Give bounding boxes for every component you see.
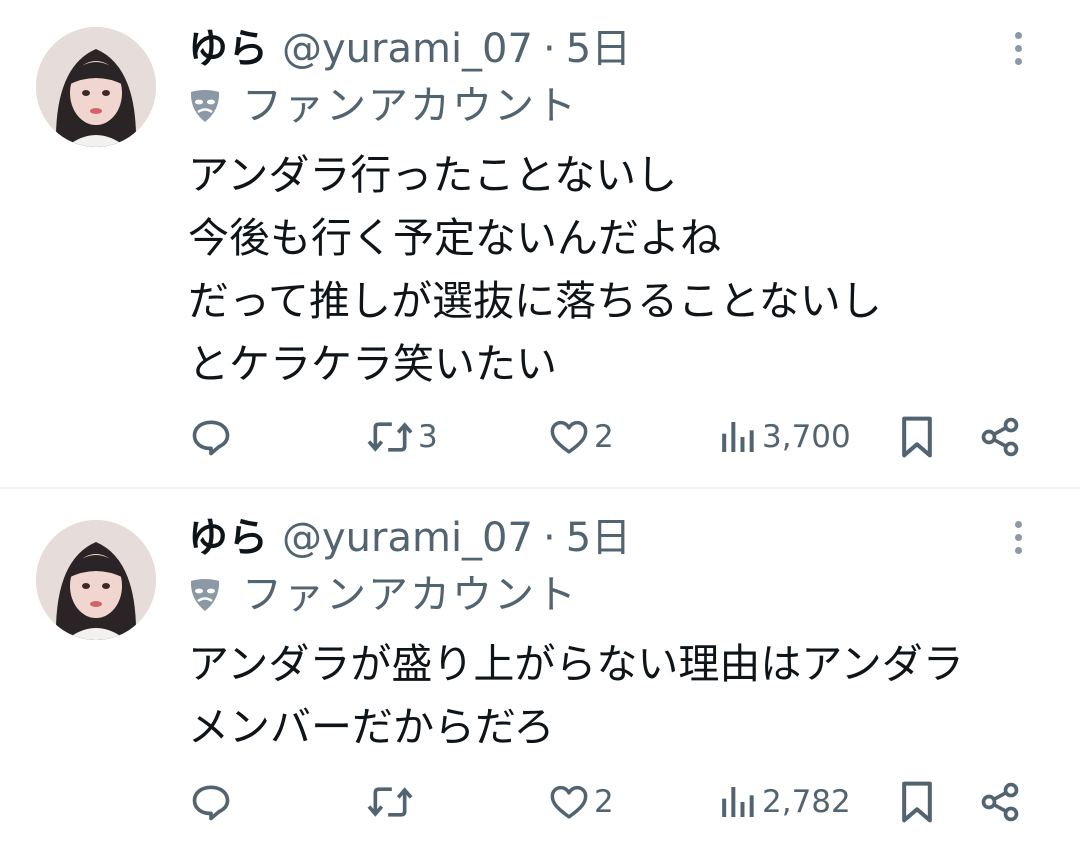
bookmark-icon [902,416,932,458]
tweet-header: ゆら @yurami_07 · 5日 [188,513,631,563]
action-bar: 3 2 3,700 [0,412,1080,462]
tweet-text-line: アンダラ行ったことないし [188,151,678,199]
share-icon [981,782,1019,822]
views-button[interactable]: 3,700 [718,412,851,462]
avatar[interactable] [36,27,156,147]
heart-icon [550,420,588,454]
display-name[interactable]: ゆら [188,513,268,563]
display-name[interactable]: ゆら [188,24,268,74]
tweet-header: ゆら @yurami_07 · 5日 [188,24,631,74]
tweet-text-line: とケラケラ笑いたい [188,340,557,388]
more-options-icon[interactable] [1006,32,1030,72]
share-button[interactable] [978,412,1022,462]
more-options-icon[interactable] [1006,521,1030,561]
separator-dot: · [542,26,556,72]
retweet-count: 3 [418,419,438,455]
share-icon [981,417,1019,457]
mask-icon [190,579,220,611]
reply-icon [192,785,230,821]
affiliation-label: ファンアカウント [188,82,578,130]
like-count: 2 [594,784,614,820]
user-handle[interactable]: @yurami_07 [282,513,533,563]
label-text: ファンアカウント [242,83,578,129]
action-bar: 2 2,782 [0,777,1080,827]
label-text: ファンアカウント [242,572,578,618]
retweet-icon [367,422,413,452]
user-handle[interactable]: @yurami_07 [282,24,533,74]
tweet-text-line: だって推しが選抜に落ちることないし [188,277,882,325]
tweet[interactable]: ゆら @yurami_07 · 5日 ファンアカウント アンダラが盛り上がらない… [0,489,1080,852]
share-button[interactable] [978,777,1022,827]
reply-button[interactable] [189,777,233,827]
view-count: 3,700 [762,419,851,455]
timestamp[interactable]: 5日 [566,24,631,74]
tweet[interactable]: ゆら @yurami_07 · 5日 ファンアカウント アンダラ行ったことないし… [0,0,1080,487]
tweet-text-line: アンダラが盛り上がらない理由はアンダラ [188,640,964,688]
like-button[interactable]: 2 [548,412,614,462]
reply-icon [192,420,230,456]
tweet-text: アンダラ行ったことないし 今後も行く予定ないんだよね だって推しが選抜に落ちるこ… [188,144,882,396]
tweet-text-line: 今後も行く予定ないんだよね [188,214,721,262]
timestamp[interactable]: 5日 [566,513,631,563]
views-icon [722,422,754,452]
tweet-text: アンダラが盛り上がらない理由はアンダラ メンバーだからだろ [188,633,964,759]
like-button[interactable]: 2 [548,777,614,827]
affiliation-label: ファンアカウント [188,571,578,619]
heart-icon [550,785,588,819]
bookmark-button[interactable] [898,412,936,462]
mask-icon [190,90,220,122]
tweet-feed: ゆら @yurami_07 · 5日 ファンアカウント アンダラ行ったことないし… [0,0,1080,852]
reply-button[interactable] [189,412,233,462]
bookmark-button[interactable] [898,777,936,827]
tweet-text-line: メンバーだからだろ [188,703,555,751]
avatar[interactable] [36,520,156,640]
views-button[interactable]: 2,782 [718,777,851,827]
bookmark-icon [902,781,932,823]
view-count: 2,782 [762,784,851,820]
separator-dot: · [542,515,556,561]
retweet-icon [367,787,413,817]
views-icon [722,787,754,817]
retweet-button[interactable] [366,777,418,827]
like-count: 2 [594,419,614,455]
retweet-button[interactable]: 3 [366,412,438,462]
